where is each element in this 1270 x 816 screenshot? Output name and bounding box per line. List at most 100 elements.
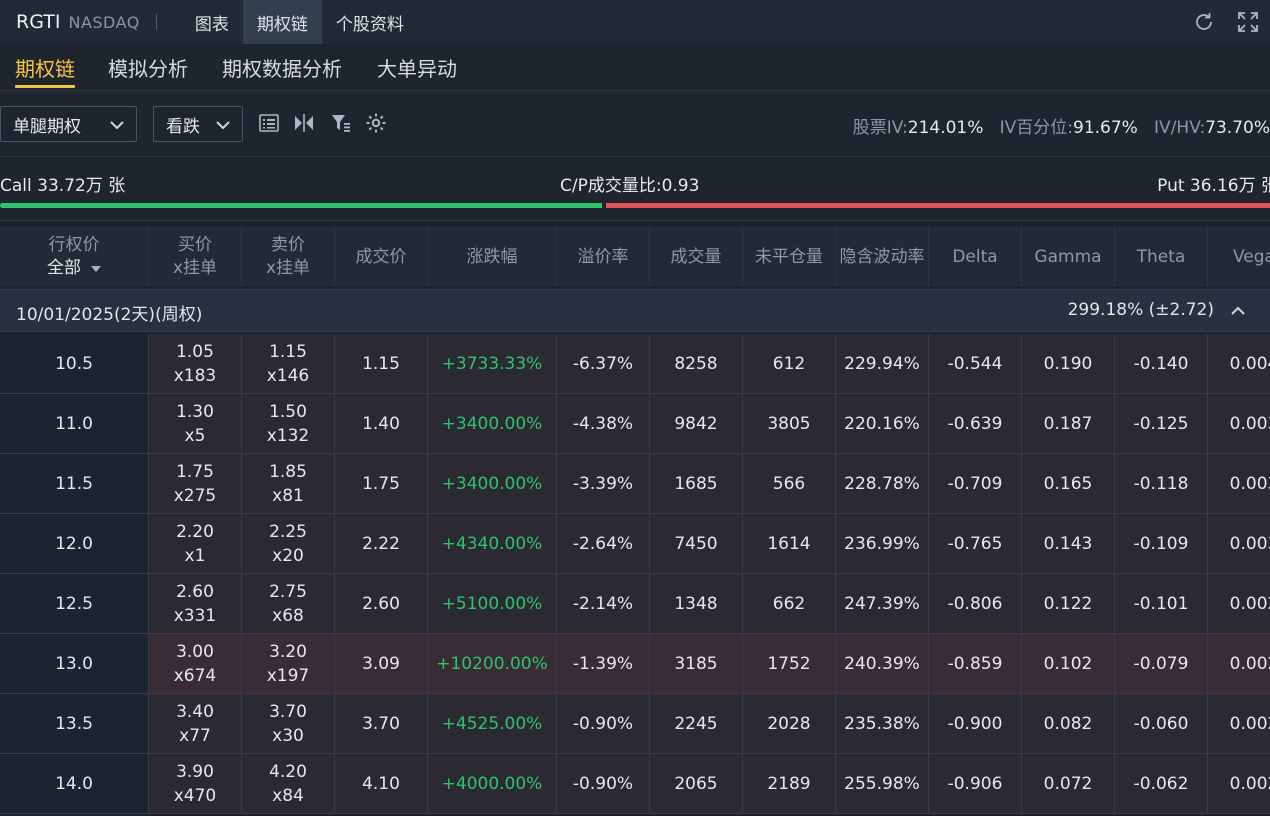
gamma-cell-value: 0.190 <box>1043 353 1093 374</box>
volume-cell: 3185 <box>650 634 743 694</box>
subtab-block-trades[interactable]: 大单异动 <box>377 53 457 82</box>
change-cell: +5100.00% <box>428 574 557 634</box>
filter-icon[interactable] <box>330 112 352 134</box>
tab-option-chain[interactable]: 期权链 <box>242 0 322 44</box>
table-row[interactable]: 11.5 1.75 x275 1.85 x81 1.75 +3400.00% -3.39% 16… <box>0 454 1270 514</box>
gamma-cell-value: 0.082 <box>1043 713 1093 734</box>
tab-chart[interactable]: 图表 <box>181 0 243 44</box>
delta-cell-value: -0.906 <box>947 773 1003 794</box>
theta-cell-value: -0.101 <box>1133 593 1189 614</box>
gamma-cell: 0.187 <box>1022 394 1115 454</box>
bid-cell-value: 1.75 <box>176 461 214 482</box>
volume-cell-value: 7450 <box>674 533 718 554</box>
premium-cell: -0.90% <box>557 694 650 754</box>
col-premium[interactable]: 溢价率 <box>557 227 650 287</box>
gamma-cell-value: 0.102 <box>1043 653 1093 674</box>
ask-cell-size: x84 <box>272 785 304 806</box>
gamma-cell: 0.082 <box>1022 694 1115 754</box>
volume-cell-value: 9842 <box>674 413 718 434</box>
change-cell: +3733.33% <box>428 334 557 394</box>
change-cell: +4525.00% <box>428 694 557 754</box>
bid-cell-value: 3.90 <box>176 761 214 782</box>
vega-cell-value: 0.003 <box>1229 533 1270 554</box>
delta-cell: -0.806 <box>929 574 1022 634</box>
gear-icon[interactable] <box>365 112 387 134</box>
ask-cell-value: 1.50 <box>269 401 307 422</box>
change-cell: +4340.00% <box>428 514 557 574</box>
table-row[interactable]: 11.0 1.30 x5 1.50 x132 1.40 +3400.00% -4.38% 984… <box>0 394 1270 454</box>
vega-cell: 0.002 <box>1208 634 1270 694</box>
open-interest-cell-value: 3805 <box>767 413 811 434</box>
list-icon[interactable] <box>258 112 280 134</box>
col-volume[interactable]: 成交量 <box>650 227 743 287</box>
split-icon[interactable] <box>293 112 315 134</box>
col-last[interactable]: 成交价 <box>335 227 428 287</box>
strike-filter[interactable]: 全部 <box>47 257 101 280</box>
iv-cell: 240.39% <box>836 634 929 694</box>
table-row[interactable]: 10.5 1.05 x183 1.15 x146 1.15 +3733.33% -6.37% 8… <box>0 334 1270 394</box>
bid-cell-value: 1.05 <box>176 341 214 362</box>
vega-cell: 0.002 <box>1208 694 1270 754</box>
direction-select[interactable]: 看跌 <box>153 106 243 142</box>
change-cell-value: +4000.00% <box>441 773 543 794</box>
col-theta[interactable]: Theta <box>1115 227 1208 287</box>
theta-cell: -0.101 <box>1115 574 1208 634</box>
change-cell-value: +5100.00% <box>441 593 543 614</box>
col-delta[interactable]: Delta <box>929 227 1022 287</box>
chevron-down-icon <box>216 121 230 130</box>
premium-cell-value: -3.39% <box>572 473 634 494</box>
col-open-interest[interactable]: 未平仓量 <box>743 227 836 287</box>
bid-cell-value: 3.00 <box>176 641 214 662</box>
col-change[interactable]: 涨跌幅 <box>428 227 557 287</box>
open-interest-cell-value: 566 <box>772 473 806 494</box>
last-price-cell-value: 3.09 <box>362 653 400 674</box>
strike-cell: 12.5 <box>0 574 149 634</box>
ask-cell-size: x68 <box>272 605 304 626</box>
last-price-cell: 1.15 <box>335 334 428 394</box>
delta-cell-value: -0.639 <box>947 413 1003 434</box>
col-gamma[interactable]: Gamma <box>1022 227 1115 287</box>
theta-cell-value: -0.140 <box>1133 353 1189 374</box>
table-row[interactable]: 12.0 2.20 x1 2.25 x20 2.22 +4340.00% -2.64% 7450… <box>0 514 1270 574</box>
subtab-option-chain[interactable]: 期权链 <box>15 53 75 88</box>
table-row[interactable]: 14.0 3.90 x470 4.20 x84 4.10 +4000.00% -0.90% 20… <box>0 754 1270 814</box>
col-vega[interactable]: Vega <box>1208 227 1270 287</box>
premium-cell-value: -1.39% <box>572 653 634 674</box>
vega-cell-value: 0.002 <box>1229 593 1270 614</box>
subtab-simulation[interactable]: 模拟分析 <box>108 53 188 82</box>
table-row[interactable]: 13.0 3.00 x674 3.20 x197 3.09 +10200.00% -1.39%… <box>0 634 1270 694</box>
subtab-option-data[interactable]: 期权数据分析 <box>222 53 342 82</box>
theta-cell: -0.109 <box>1115 514 1208 574</box>
tab-profile[interactable]: 个股资料 <box>322 0 418 44</box>
strategy-select[interactable]: 单腿期权 <box>0 106 137 142</box>
call-put-ratio: Call 33.72万 张 C/P成交量比:0.93 Put 36.16万 张 <box>0 157 1270 221</box>
chevron-up-icon[interactable] <box>1228 301 1248 321</box>
col-bid-size-label: x挂单 <box>172 258 218 278</box>
table-row[interactable]: 12.5 2.60 x331 2.75 x68 2.60 +5100.00% -2.14% 13… <box>0 574 1270 634</box>
col-iv[interactable]: 隐含波动率 <box>836 227 929 287</box>
table-row[interactable]: 13.5 3.40 x77 3.70 x30 3.70 +4525.00% -0.90% 224… <box>0 694 1270 754</box>
premium-cell-value: -2.64% <box>572 533 634 554</box>
delta-cell: -0.709 <box>929 454 1022 514</box>
vega-cell-value: 0.002 <box>1229 653 1270 674</box>
gamma-cell-value: 0.143 <box>1043 533 1093 554</box>
strike-cell: 14.0 <box>0 754 149 814</box>
expiry-iv: 299.18% (±2.72) <box>1067 300 1214 320</box>
bid-cell-size: x183 <box>173 365 217 386</box>
open-interest-cell: 2028 <box>743 694 836 754</box>
strike-cell: 10.5 <box>0 334 149 394</box>
expiry-row[interactable]: 10/01/2025(2天)(周权) 299.18% (±2.72) <box>0 289 1270 332</box>
vega-cell: 0.002 <box>1208 754 1270 814</box>
open-interest-cell: 662 <box>743 574 836 634</box>
refresh-icon[interactable] <box>1192 10 1216 34</box>
strategy-value: 单腿期权 <box>13 116 81 137</box>
caret-down-icon <box>91 265 101 272</box>
theta-cell: -0.062 <box>1115 754 1208 814</box>
col-strike[interactable]: 行权价 全部 <box>0 227 149 287</box>
open-interest-cell-value: 2028 <box>767 713 811 734</box>
theta-cell-value: -0.060 <box>1133 713 1189 734</box>
premium-cell-value: -0.90% <box>572 713 634 734</box>
fullscreen-icon[interactable] <box>1236 10 1260 34</box>
gamma-cell: 0.165 <box>1022 454 1115 514</box>
open-interest-cell-value: 2189 <box>767 773 811 794</box>
